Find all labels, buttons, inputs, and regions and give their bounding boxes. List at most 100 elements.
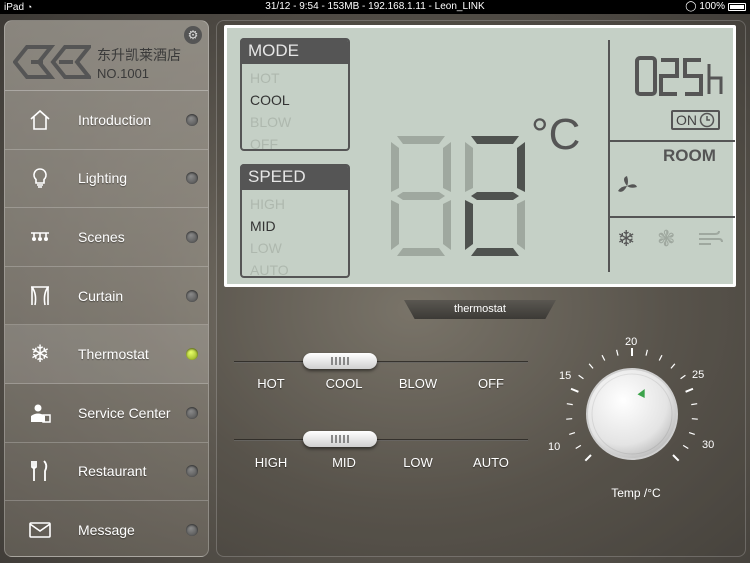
dial-tick [672, 454, 680, 462]
temperature-dial[interactable] [540, 330, 730, 490]
sidebar-item-message[interactable]: Message [5, 501, 208, 556]
temperature-unit: °C [531, 110, 581, 159]
dial-tick [569, 431, 576, 435]
speed-slider-track[interactable] [234, 439, 528, 441]
service-icon [27, 400, 53, 426]
section-tag: thermostat [404, 300, 556, 319]
mode-slider-track[interactable] [234, 361, 528, 363]
sidebar-item-label: Restaurant [78, 463, 147, 480]
mode-option-off: OFF [250, 136, 278, 152]
dial-tick [578, 374, 584, 380]
clock-icon [699, 112, 715, 128]
dial-tick [688, 431, 695, 435]
rotation-lock-icon: ◯ [685, 1, 697, 12]
mode-label-blow[interactable]: BLOW [388, 376, 448, 391]
sidebar-item-label: Service Center [78, 404, 171, 421]
sidebar-item-curtain[interactable]: Curtain [5, 267, 208, 326]
temperature-digits [391, 136, 525, 256]
envelope-icon [27, 517, 53, 543]
sidebar-item-lighting[interactable]: Lighting [5, 150, 208, 209]
dial-tick [691, 403, 698, 406]
dial-tick [575, 444, 582, 449]
bulb-icon [27, 165, 53, 191]
sidebar-item-service-center[interactable]: Service Center [5, 384, 208, 443]
sidebar-item-thermostat[interactable]: ❄ Thermostat [5, 325, 208, 384]
sidebar-item-label: Curtain [78, 287, 124, 304]
dial-tick [588, 363, 594, 369]
status-indicator [186, 524, 198, 537]
brand-logo-icon [13, 45, 91, 79]
status-indicator [186, 465, 198, 478]
mode-option-hot: HOT [250, 70, 280, 86]
dial-tick [645, 349, 648, 356]
dial-tick [601, 354, 606, 361]
speed-option-auto: AUTO [250, 262, 289, 278]
timer-digits [635, 56, 723, 96]
dial-label-20: 20 [625, 336, 638, 348]
sidebar-item-restaurant[interactable]: Restaurant [5, 443, 208, 502]
dial-tick [670, 363, 676, 369]
settings-gear-icon[interactable]: ⚙ [184, 26, 202, 44]
speed-option-low: LOW [250, 240, 282, 256]
dial-tick [566, 403, 573, 406]
status-indicator [186, 406, 198, 419]
mode-slider-thumb[interactable] [303, 353, 377, 369]
sidebar-item-label: Introduction [78, 111, 152, 128]
status-indicator [186, 172, 198, 185]
lcd-divider [608, 216, 735, 218]
dial-label-10: 10 [548, 441, 561, 453]
status-right: ◯ 100% [685, 0, 746, 14]
home-icon [27, 107, 53, 133]
speed-label-high[interactable]: HIGH [241, 455, 301, 470]
on-label: ON [676, 112, 697, 128]
dial-tick [680, 374, 686, 380]
mode-option-blow: BLOW [250, 114, 292, 130]
fork-knife-icon [27, 458, 53, 484]
dial-tick [685, 387, 694, 393]
sidebar: 东升凯莱酒店 NO.1001 ⚙ Introduction Lighting S… [4, 20, 209, 557]
room-label: ROOM [663, 146, 716, 165]
wind-icon [699, 230, 723, 245]
dial-tick [584, 454, 592, 462]
mode-label-cool[interactable]: COOL [314, 376, 374, 391]
chandelier-icon [27, 224, 53, 250]
hotel-name: 东升凯莱酒店 [97, 47, 181, 63]
mode-option-cool: COOL [250, 92, 290, 108]
sidebar-item-label: Lighting [78, 170, 128, 187]
speed-option-mid: MID [250, 218, 276, 234]
speed-slider-thumb[interactable] [303, 431, 377, 447]
dial-label-30: 30 [702, 439, 715, 451]
mode-label-hot[interactable]: HOT [241, 376, 301, 391]
mode-title: MODE [240, 38, 348, 64]
lcd-divider [608, 140, 735, 142]
battery-percent: 100% [699, 1, 725, 12]
status-bar: iPad ◔ 31/12 - 9:54 - 153MB - 192.168.1.… [0, 0, 750, 14]
sidebar-item-introduction[interactable]: Introduction [5, 91, 208, 150]
speed-label-low[interactable]: LOW [388, 455, 448, 470]
speed-label-auto[interactable]: AUTO [461, 455, 521, 470]
dial-label-25: 25 [692, 369, 705, 381]
snowflake-icon: ❄ [617, 226, 636, 251]
status-indicator [186, 289, 198, 302]
status-indicator-active [186, 348, 198, 361]
dial-tick [658, 354, 663, 361]
snowflake-icon: ❄ [29, 340, 51, 368]
battery-icon [728, 3, 746, 11]
sun-icon: ❃ [657, 226, 676, 251]
speed-box: SPEED HIGH MID LOW AUTO [240, 164, 350, 278]
status-indicator [186, 230, 198, 243]
mode-label-off[interactable]: OFF [461, 376, 521, 391]
status-indicator [186, 113, 198, 126]
speed-label-mid[interactable]: MID [314, 455, 374, 470]
sidebar-item-scenes[interactable]: Scenes [5, 208, 208, 267]
dial-tick [682, 444, 689, 449]
dial-label-15: 15 [559, 370, 572, 382]
sidebar-item-label: Message [78, 522, 135, 539]
dial-knob[interactable] [586, 368, 678, 460]
dial-tick [616, 349, 619, 356]
mode-box: MODE HOT COOL BLOW OFF [240, 38, 350, 152]
timer-on-badge: ON [671, 110, 720, 130]
speed-option-high: HIGH [250, 196, 285, 212]
thermostat-lcd: MODE HOT COOL BLOW OFF SPEED HIGH MID LO… [224, 25, 736, 287]
room-number: NO.1001 [97, 66, 150, 81]
